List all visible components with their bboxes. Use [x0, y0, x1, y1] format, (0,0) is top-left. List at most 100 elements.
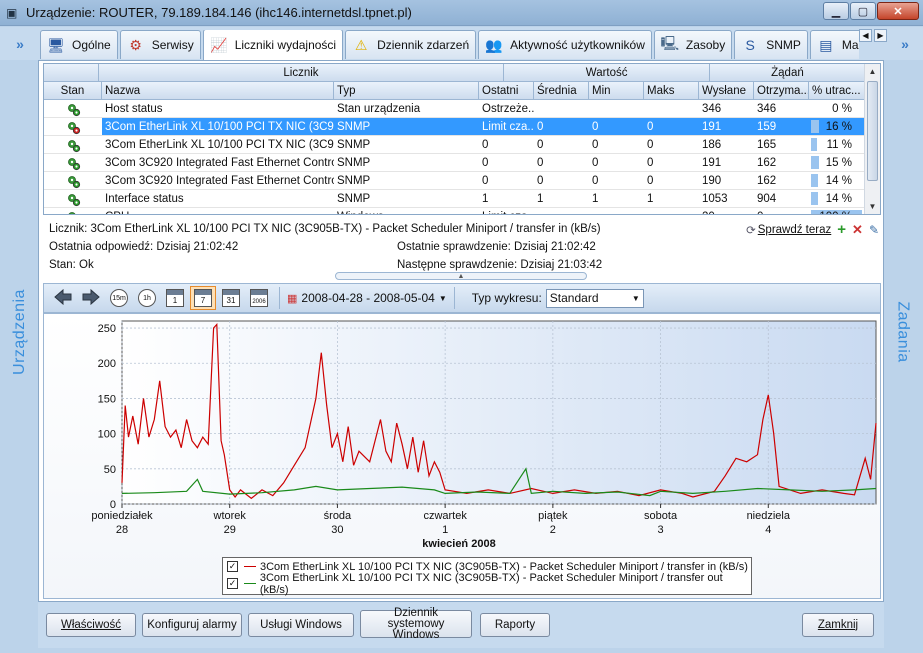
loss-bar — [811, 156, 819, 169]
tab-4[interactable]: 👥 Aktywność użytkowników — [478, 30, 652, 59]
table-row[interactable]: Host status Stan urządzenia Ostrzeże... 346… — [44, 100, 866, 118]
tab-label: Dziennik zdarzeń — [377, 38, 470, 52]
check-now-button[interactable]: ⟳ Sprawdź teraz — [746, 223, 831, 237]
col-header-loss[interactable]: % utrac... — [809, 82, 866, 100]
cell-sent: 186 — [702, 138, 722, 151]
tab-3[interactable]: ⚠ Dziennik zdarzeń — [345, 30, 477, 59]
legend-checkbox-out[interactable]: ✓ — [227, 578, 238, 589]
drive-icon: 🖳 — [660, 35, 680, 51]
y-tick-label: 200 — [98, 358, 116, 370]
15-minutes-button[interactable]: 15m — [106, 286, 132, 310]
computer-icon: 🖥 — [47, 36, 65, 53]
windows-event-log-button[interactable]: Dziennik systemowy Windows — [360, 607, 472, 640]
forward-arrow-button[interactable] — [78, 286, 104, 310]
col-header-last[interactable]: Ostatni — [479, 82, 534, 100]
add-icon[interactable]: + — [837, 221, 846, 238]
cell-max: 0 — [647, 138, 654, 151]
col-header-min[interactable]: Min — [589, 82, 644, 100]
col-header-type[interactable]: Typ — [334, 82, 479, 100]
table-row[interactable]: CPUWindowsLimit cza... 200 100 % — [44, 208, 866, 215]
scroll-down-icon[interactable]: ▼ — [865, 199, 880, 214]
tasks-sidebar[interactable]: Zadania — [885, 62, 921, 602]
close-window-button[interactable]: Zamknij — [802, 613, 874, 637]
grid-scrollbar[interactable]: ▲ ▼ — [864, 64, 880, 214]
x-tick-label-num: 4 — [765, 524, 771, 536]
tab-5[interactable]: 🖳 Zasoby — [653, 30, 733, 59]
chart-toolbar: 15m 1h 1 7 31 2006 ▦ 2008-04-28 - 2008-05-04 … — [43, 283, 881, 313]
year-calendar-button[interactable]: 2006 — [246, 286, 272, 310]
loss-bar — [811, 138, 817, 151]
loss-value: 11 % — [826, 138, 852, 151]
cell-avg: 0 — [537, 138, 544, 151]
x-tick-label-num: 2 — [550, 524, 556, 536]
col-header-status[interactable]: Stan — [44, 82, 102, 100]
tab-scroll-left-icon[interactable]: ◀ — [859, 29, 872, 42]
reports-button[interactable]: Raporty — [480, 613, 550, 637]
devices-sidebar[interactable]: Urządzenia — [2, 62, 38, 602]
1-hour-button[interactable]: 1h — [134, 286, 160, 310]
col-header-max[interactable]: Maks — [644, 82, 699, 100]
windows-services-button[interactable]: Usługi Windows — [248, 613, 354, 637]
expand-left-button[interactable]: » — [6, 31, 34, 57]
legend-checkbox-in[interactable]: ✓ — [227, 561, 238, 572]
configure-alarms-button[interactable]: Konfiguruj alarmy — [142, 613, 242, 637]
y-tick-label: 150 — [98, 393, 116, 405]
date-range-picker[interactable]: ▦ 2008-04-28 - 2008-05-04 ▼ — [287, 291, 447, 305]
cell-recv: 346 — [757, 102, 777, 115]
scroll-up-icon[interactable]: ▲ — [865, 64, 880, 79]
x-tick-label-num: 30 — [331, 524, 343, 536]
users-icon: 👥 — [485, 36, 503, 53]
delete-icon[interactable]: ✕ — [852, 222, 863, 238]
loss-bar — [811, 192, 819, 205]
tab-1[interactable]: ⚙ Serwisy — [119, 30, 201, 59]
table-row[interactable]: 3Com EtherLink XL 10/100 PCI TX NIC (3C9… — [44, 118, 866, 136]
tab-label: Mapowanie — [841, 38, 859, 52]
cell-min: 0 — [592, 120, 599, 133]
cell-loss: 16 % — [809, 118, 866, 135]
tab-2[interactable]: 📈 Liczniki wydajności — [202, 30, 344, 60]
y-tick-label: 100 — [98, 429, 116, 441]
col-header-name[interactable]: Nazwa — [102, 82, 334, 100]
cell-loss: 15 % — [809, 154, 866, 171]
close-button[interactable]: ✕ — [877, 2, 919, 20]
1-day-calendar-button[interactable]: 1 — [162, 286, 188, 310]
minimize-button[interactable]: ▁ — [823, 2, 849, 20]
cell-max: 1 — [647, 192, 654, 205]
properties-button[interactable]: Właściwość — [46, 613, 136, 637]
31-day-calendar-button[interactable]: 31 — [218, 286, 244, 310]
col-header-avg[interactable]: Średnia — [534, 82, 589, 100]
back-arrow-button[interactable] — [50, 286, 76, 310]
col-header-recv[interactable]: Otrzyma... — [754, 82, 809, 100]
tab-6[interactable]: S SNMP — [734, 30, 808, 59]
maximize-button[interactable]: ▢ — [850, 2, 876, 20]
panel-splitter[interactable]: ▲ — [335, 272, 587, 280]
tab-7[interactable]: ▤ Mapowanie — [809, 30, 859, 59]
7-day-calendar-button[interactable]: 7 — [190, 286, 216, 310]
scroll-thumb[interactable] — [867, 81, 878, 181]
table-row[interactable]: 3Com EtherLink XL 10/100 PCI TX NIC (3C9… — [44, 136, 866, 154]
table-row[interactable]: 3Com 3C920 Integrated Fast Ethernet Cont… — [44, 172, 866, 190]
expand-right-button[interactable]: » — [891, 31, 919, 57]
check-now-label: Sprawdź teraz — [757, 223, 832, 236]
x-tick-label-day: niedziela — [747, 510, 791, 522]
legend-item-out[interactable]: ✓ 3Com EtherLink XL 10/100 PCI TX NIC (3… — [223, 572, 751, 596]
cell-sent: 190 — [702, 174, 722, 187]
loss-value: 0 % — [832, 102, 852, 115]
cell-sent: 20 — [699, 208, 754, 215]
chart-type-select[interactable]: Standard ▼ — [545, 288, 644, 308]
table-row[interactable]: Interface status SNMP 1 1 1 1 1053 904 14 % — [44, 190, 866, 208]
cell-max: 0 — [647, 156, 654, 169]
edit-icon[interactable]: ✎ — [869, 223, 879, 237]
counters-grid: Licznik Wartość Żądań Stan Nazwa Typ Ost… — [43, 63, 881, 215]
tab-scroll-right-icon[interactable]: ▶ — [874, 29, 887, 42]
status-cell — [44, 136, 102, 153]
detail-last-response: Ostatnia odpowiedź: Dzisiaj 21:02:42 — [49, 241, 239, 253]
cell-sent: 1053 — [702, 192, 728, 205]
status-cell — [44, 172, 102, 189]
title-bar: ▣ Urządzenie: ROUTER, 79.189.184.146 (ih… — [0, 0, 923, 26]
cell-last: 0 — [482, 138, 489, 151]
table-row[interactable]: 3Com 3C920 Integrated Fast Ethernet Cont… — [44, 154, 866, 172]
tab-0[interactable]: 🖥 Ogólne — [40, 30, 118, 59]
col-header-sent[interactable]: Wysłane — [699, 82, 754, 100]
detail-counter: Licznik: 3Com EtherLink XL 10/100 PCI TX… — [49, 223, 601, 235]
